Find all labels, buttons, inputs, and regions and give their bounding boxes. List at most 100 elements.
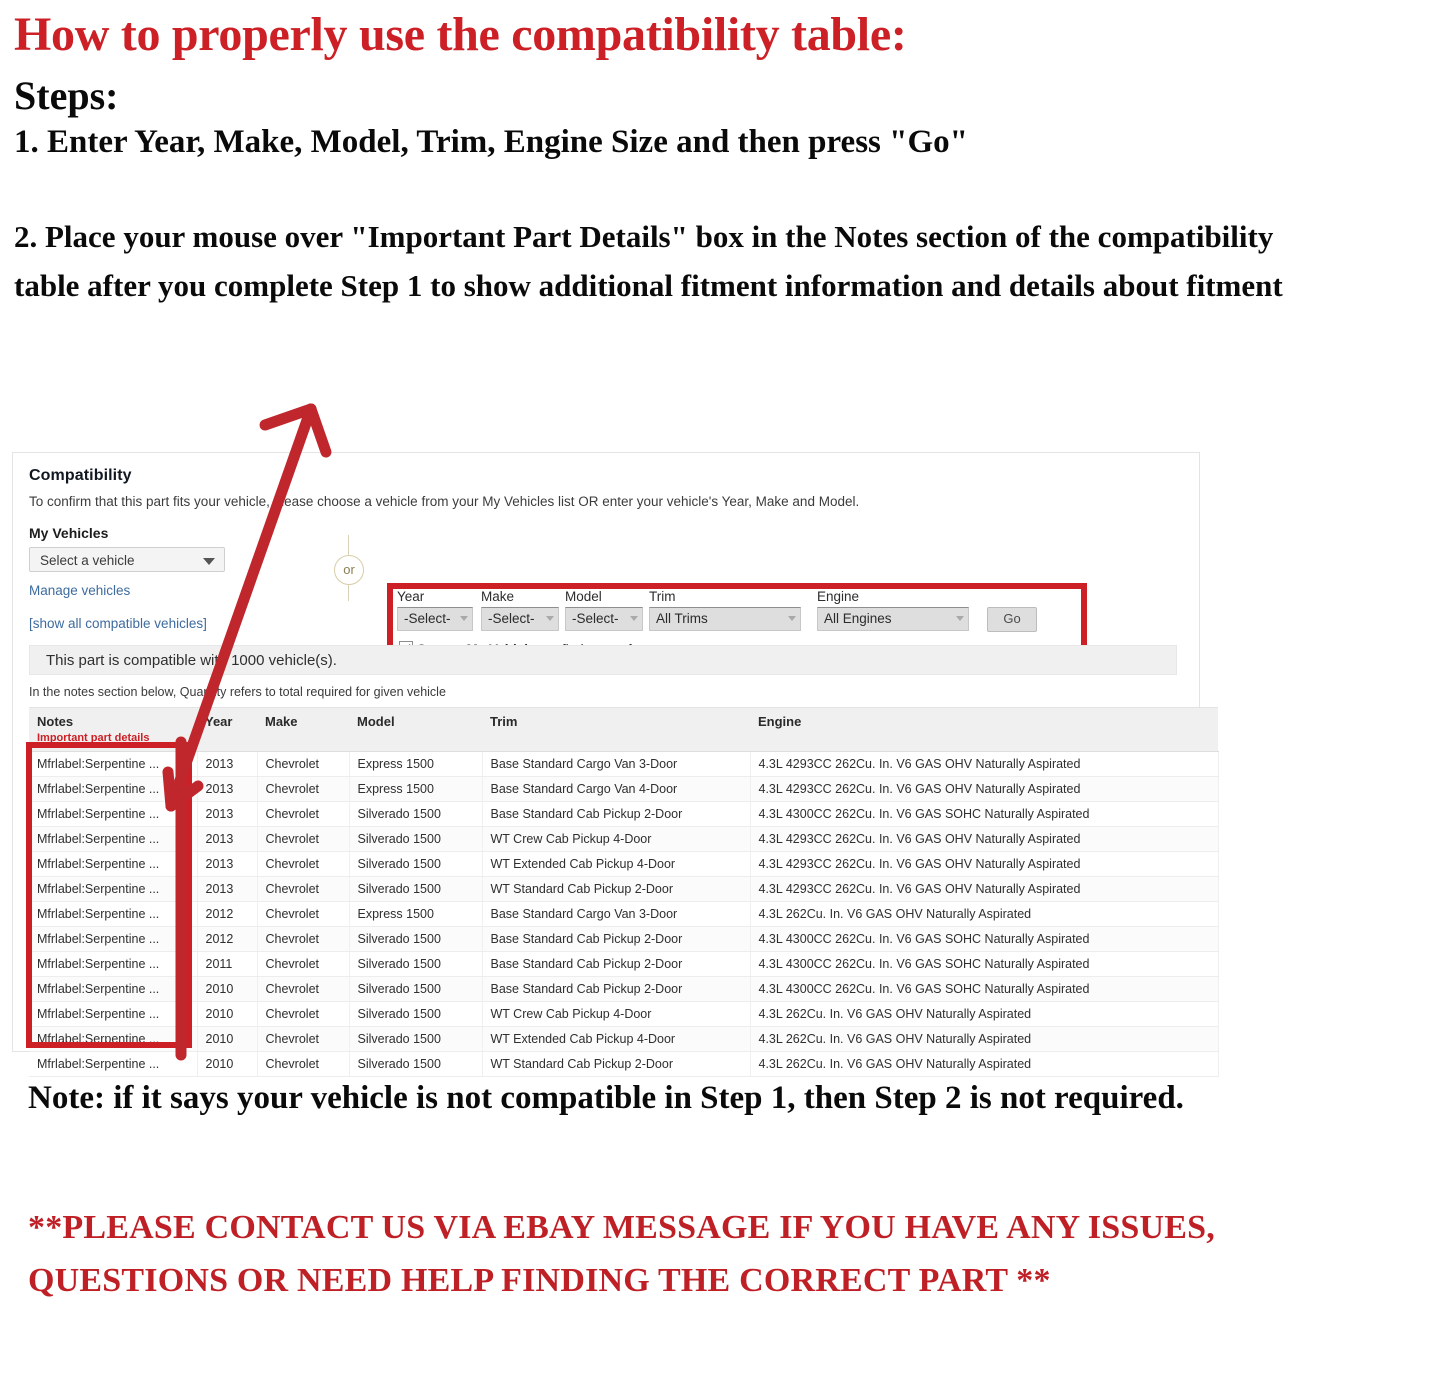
model-cell: Silverado 1500 <box>349 1026 483 1052</box>
model-cell: Express 1500 <box>349 776 483 802</box>
trim-select-value: All Trims <box>656 611 708 626</box>
table-row: Mfrlabel:Serpentine ... 2010 Chevrolet Silv… <box>29 976 1219 1002</box>
trim-cell: Base Standard Cab Pickup 2-Door <box>482 976 751 1002</box>
engine-label: Engine <box>817 589 860 604</box>
year-cell: 2012 <box>197 901 258 927</box>
table-row: Mfrlabel:Serpentine ... 2013 Chevrolet Silv… <box>29 801 1219 827</box>
notes-cell[interactable]: Mfrlabel:Serpentine ... <box>29 826 198 852</box>
compatibility-table-body: Mfrlabel:Serpentine ... 2013 Chevrolet Expr… <box>29 751 1219 1077</box>
notes-cell[interactable]: Mfrlabel:Serpentine ... <box>29 951 198 977</box>
go-button[interactable]: Go <box>987 607 1037 632</box>
compatible-count-banner: This part is compatible with 1000 vehicl… <box>29 645 1177 675</box>
engine-cell: 4.3L 262Cu. In. V6 GAS OHV Naturally Asp… <box>750 1051 1219 1077</box>
engine-field: Engine All Engines <box>817 589 969 631</box>
trim-label: Trim <box>649 589 676 604</box>
notes-cell[interactable]: Mfrlabel:Serpentine ... <box>29 776 198 802</box>
make-cell: Chevrolet <box>257 1026 350 1052</box>
make-cell: Chevrolet <box>257 751 350 777</box>
compatibility-table-header: Notes Important part details Year Make M… <box>29 707 1218 752</box>
my-vehicles-select[interactable]: Select a vehicle <box>29 547 225 572</box>
model-cell: Silverado 1500 <box>349 801 483 827</box>
year-cell: 2011 <box>197 951 258 977</box>
notes-cell[interactable]: Mfrlabel:Serpentine ... <box>29 1026 198 1052</box>
notes-cell[interactable]: Mfrlabel:Serpentine ... <box>29 976 198 1002</box>
model-select[interactable]: -Select- <box>565 607 643 631</box>
show-all-compatible-vehicles-link[interactable]: [show all compatible vehicles] <box>29 616 207 631</box>
engine-cell: 4.3L 4293CC 262Cu. In. V6 GAS OHV Natura… <box>750 751 1219 777</box>
compatibility-heading: Compatibility <box>29 467 132 484</box>
model-cell: Silverado 1500 <box>349 926 483 952</box>
notes-cell[interactable]: Mfrlabel:Serpentine ... <box>29 876 198 902</box>
engine-cell: 4.3L 4293CC 262Cu. In. V6 GAS OHV Natura… <box>750 876 1219 902</box>
year-cell: 2010 <box>197 1051 258 1077</box>
instructions-block: How to properly use the compatibility ta… <box>14 9 1414 310</box>
compatibility-table: Notes Important part details Year Make M… <box>29 707 1219 1077</box>
header-notes[interactable]: Notes Important part details <box>29 707 197 752</box>
notes-cell[interactable]: Mfrlabel:Serpentine ... <box>29 926 198 952</box>
notes-cell[interactable]: Mfrlabel:Serpentine ... <box>29 851 198 877</box>
header-notes-label: Notes <box>37 714 74 729</box>
make-cell: Chevrolet <box>257 976 350 1002</box>
trim-cell: Base Standard Cab Pickup 2-Door <box>482 926 751 952</box>
model-cell: Express 1500 <box>349 751 483 777</box>
make-cell: Chevrolet <box>257 901 350 927</box>
manage-vehicles-link[interactable]: Manage vehicles <box>29 583 289 598</box>
make-select[interactable]: -Select- <box>481 607 559 631</box>
engine-cell: 4.3L 262Cu. In. V6 GAS OHV Naturally Asp… <box>750 901 1219 927</box>
header-important-part-details[interactable]: Important part details <box>37 732 197 744</box>
model-cell: Silverado 1500 <box>349 951 483 977</box>
trim-cell: Base Standard Cargo Van 3-Door <box>482 751 751 777</box>
make-label: Make <box>481 589 515 604</box>
model-field: Model -Select- <box>565 589 643 631</box>
make-select-value: -Select- <box>488 611 535 626</box>
make-cell: Chevrolet <box>257 1051 350 1077</box>
chevron-down-icon <box>460 616 468 621</box>
engine-cell: 4.3L 4293CC 262Cu. In. V6 GAS OHV Natura… <box>750 851 1219 877</box>
trim-cell: WT Crew Cab Pickup 4-Door <box>482 826 751 852</box>
header-make[interactable]: Make <box>257 707 349 752</box>
make-cell: Chevrolet <box>257 776 350 802</box>
trim-cell: WT Extended Cab Pickup 4-Door <box>482 1026 751 1052</box>
year-cell: 2012 <box>197 926 258 952</box>
trim-cell: WT Standard Cab Pickup 2-Door <box>482 1051 751 1077</box>
notes-cell[interactable]: Mfrlabel:Serpentine ... <box>29 801 198 827</box>
notes-cell[interactable]: Mfrlabel:Serpentine ... <box>29 901 198 927</box>
model-cell: Silverado 1500 <box>349 826 483 852</box>
engine-select[interactable]: All Engines <box>817 607 969 631</box>
engine-cell: 4.3L 4300CC 262Cu. In. V6 GAS SOHC Natur… <box>750 926 1219 952</box>
make-cell: Chevrolet <box>257 851 350 877</box>
table-row: Mfrlabel:Serpentine ... 2013 Chevrolet Expr… <box>29 776 1219 802</box>
year-select-value: -Select- <box>404 611 451 626</box>
year-select[interactable]: -Select- <box>397 607 473 631</box>
year-cell: 2013 <box>197 801 258 827</box>
make-cell: Chevrolet <box>257 876 350 902</box>
header-trim[interactable]: Trim <box>482 707 750 752</box>
trim-cell: WT Extended Cab Pickup 4-Door <box>482 851 751 877</box>
trim-cell: WT Crew Cab Pickup 4-Door <box>482 1001 751 1027</box>
or-divider: or <box>329 535 369 601</box>
make-cell: Chevrolet <box>257 801 350 827</box>
year-cell: 2013 <box>197 851 258 877</box>
model-cell: Silverado 1500 <box>349 1051 483 1077</box>
chevron-down-icon <box>546 616 554 621</box>
year-cell: 2010 <box>197 1026 258 1052</box>
table-row: Mfrlabel:Serpentine ... 2013 Chevrolet Silv… <box>29 826 1219 852</box>
notes-cell[interactable]: Mfrlabel:Serpentine ... <box>29 1051 198 1077</box>
my-vehicles-label: My Vehicles <box>29 525 109 541</box>
my-vehicles-select-value: Select a vehicle <box>40 553 135 568</box>
header-engine[interactable]: Engine <box>750 707 1218 752</box>
model-cell: Silverado 1500 <box>349 1001 483 1027</box>
year-cell: 2013 <box>197 776 258 802</box>
contact-notice: **PLEASE CONTACT US VIA EBAY MESSAGE IF … <box>28 1209 1215 1299</box>
engine-cell: 4.3L 262Cu. In. V6 GAS OHV Naturally Asp… <box>750 1026 1219 1052</box>
make-cell: Chevrolet <box>257 1001 350 1027</box>
notes-cell[interactable]: Mfrlabel:Serpentine ... <box>29 1001 198 1027</box>
trim-select[interactable]: All Trims <box>649 607 801 631</box>
header-year[interactable]: Year <box>197 707 257 752</box>
year-cell: 2013 <box>197 751 258 777</box>
year-cell: 2010 <box>197 976 258 1002</box>
notes-cell[interactable]: Mfrlabel:Serpentine ... <box>29 751 198 777</box>
step-1-text: 1. Enter Year, Make, Model, Trim, Engine… <box>14 124 968 161</box>
table-row: Mfrlabel:Serpentine ... 2013 Chevrolet Silv… <box>29 876 1219 902</box>
header-model[interactable]: Model <box>349 707 482 752</box>
